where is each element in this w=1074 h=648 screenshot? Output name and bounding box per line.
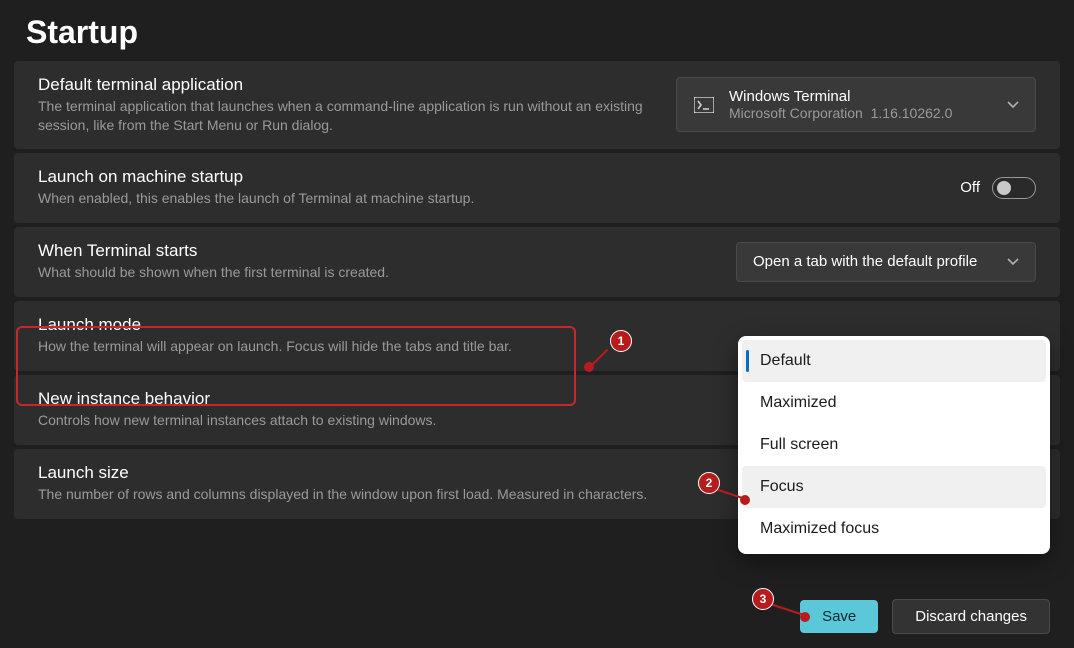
when-starts-dropdown[interactable]: Open a tab with the default profile [736, 242, 1036, 282]
terminal-icon [693, 94, 715, 116]
discard-button[interactable]: Discard changes [892, 599, 1050, 634]
chevron-down-icon [1007, 253, 1019, 271]
row-text: Default terminal application The termina… [38, 75, 656, 135]
launch-mode-popup: Default Maximized Full screen Focus Maxi… [738, 336, 1050, 554]
row-default-terminal: Default terminal application The termina… [14, 61, 1060, 149]
toggle-knob [997, 181, 1011, 195]
annotation-3-line [770, 603, 803, 615]
setting-title: Launch mode [38, 315, 1036, 335]
popup-option-focus[interactable]: Focus [742, 466, 1046, 508]
dropdown-value: Open a tab with the default profile [753, 253, 977, 270]
terminal-publisher: Microsoft Corporation 1.16.10262.0 [729, 105, 952, 121]
popup-option-maximized[interactable]: Maximized [742, 382, 1046, 424]
annotation-2: 2 [698, 472, 720, 494]
setting-control: Windows Terminal Microsoft Corporation 1… [676, 77, 1036, 132]
terminal-name: Windows Terminal [729, 88, 952, 105]
footer-bar: Save Discard changes [800, 599, 1050, 634]
save-button[interactable]: Save [800, 600, 878, 633]
popup-option-maximized-focus[interactable]: Maximized focus [742, 508, 1046, 550]
annotation-1: 1 [610, 330, 632, 352]
setting-desc: The terminal application that launches w… [38, 97, 656, 135]
toggle-label: Off [960, 179, 980, 196]
popup-option-default[interactable]: Default [742, 340, 1046, 382]
default-terminal-dropdown[interactable]: Windows Terminal Microsoft Corporation 1… [676, 77, 1036, 132]
row-launch-startup: Launch on machine startup When enabled, … [14, 153, 1060, 223]
setting-desc: When enabled, this enables the launch of… [38, 189, 940, 208]
popup-option-fullscreen[interactable]: Full screen [742, 424, 1046, 466]
setting-title: Launch on machine startup [38, 167, 940, 187]
launch-startup-toggle[interactable] [992, 177, 1036, 199]
row-when-starts: When Terminal starts What should be show… [14, 227, 1060, 297]
page-title: Startup [0, 0, 1074, 61]
setting-title: Default terminal application [38, 75, 656, 95]
chevron-down-icon [1007, 96, 1019, 114]
annotation-3: 3 [752, 588, 774, 610]
setting-title: When Terminal starts [38, 241, 716, 261]
setting-desc: What should be shown when the first term… [38, 263, 716, 282]
